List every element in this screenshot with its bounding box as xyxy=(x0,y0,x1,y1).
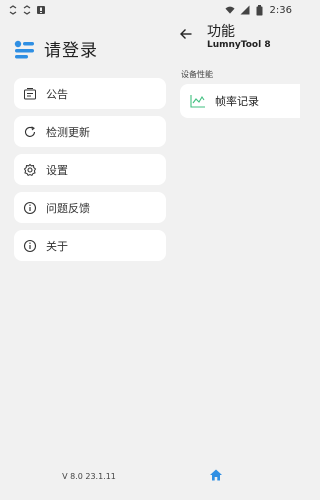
notification-icon xyxy=(36,5,46,15)
status-right: 2:36 xyxy=(224,4,292,16)
home-icon xyxy=(209,467,223,486)
status-bar: 2:36 xyxy=(0,0,300,20)
menu-label-check-update: 检测更新 xyxy=(46,125,90,139)
menu-label-about: 关于 xyxy=(46,239,68,253)
menu-item-feedback[interactable]: 问题反馈 xyxy=(14,192,166,223)
refresh-icon xyxy=(23,125,37,139)
wifi-icon xyxy=(224,5,235,15)
features-panel: 功能 LumnyTool 8 设备性能 帧率记录 xyxy=(178,20,300,500)
status-left xyxy=(8,5,46,15)
menu-item-announcement[interactable]: 公告 xyxy=(14,78,166,109)
section-label-device-performance: 设备性能 xyxy=(181,70,213,79)
fps-record-label: 帧率记录 xyxy=(215,95,259,108)
home-nav-button[interactable] xyxy=(208,468,224,484)
announcement-icon xyxy=(23,87,37,101)
back-button[interactable] xyxy=(178,27,194,43)
gear-icon xyxy=(23,163,37,177)
menu-item-check-update[interactable]: 检测更新 xyxy=(14,116,166,147)
navigation-drawer: 请登录 公告 检测更新 设置 问题反馈 关于 V 8.0 23.1.11 xyxy=(0,20,178,500)
app-logo-icon xyxy=(12,37,36,61)
sync-icon xyxy=(22,5,32,15)
line-chart-icon xyxy=(190,94,206,108)
panel-title: 功能 xyxy=(207,24,235,40)
menu-label-feedback: 问题反馈 xyxy=(46,201,90,215)
battery-icon xyxy=(255,4,265,15)
user-login-row[interactable]: 请登录 xyxy=(12,36,98,61)
info-icon xyxy=(23,201,37,215)
signal-icon xyxy=(240,5,250,15)
panel-subtitle: LumnyTool 8 xyxy=(207,40,271,50)
arrow-left-icon xyxy=(179,26,193,45)
sync-icon xyxy=(8,5,18,15)
menu-label-announcement: 公告 xyxy=(46,87,68,101)
info-icon xyxy=(23,239,37,253)
drawer-menu: 公告 检测更新 设置 问题反馈 关于 xyxy=(14,78,166,268)
menu-item-settings[interactable]: 设置 xyxy=(14,154,166,185)
fps-record-card[interactable]: 帧率记录 xyxy=(180,84,300,118)
status-time: 2:36 xyxy=(269,4,292,16)
menu-label-settings: 设置 xyxy=(46,163,68,177)
login-prompt[interactable]: 请登录 xyxy=(44,36,98,61)
version-text: V 8.0 23.1.11 xyxy=(62,472,116,481)
menu-item-about[interactable]: 关于 xyxy=(14,230,166,261)
